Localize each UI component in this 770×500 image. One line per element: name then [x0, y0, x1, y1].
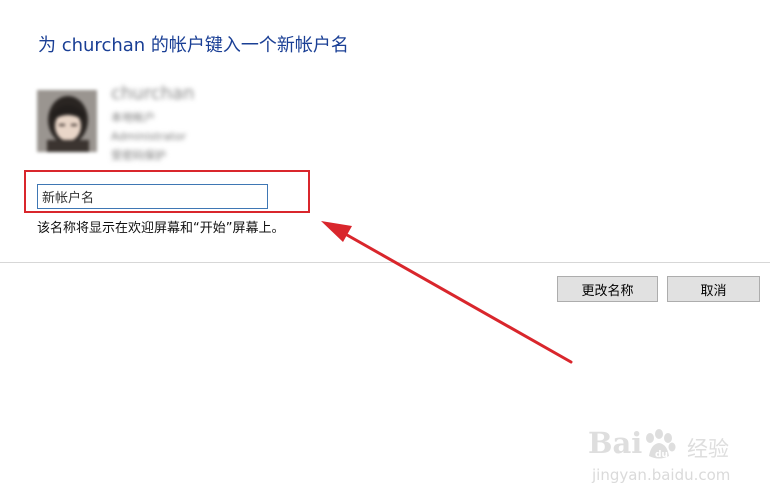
account-profile: churchan 本地帐户 Administrator 受密码保护 [37, 84, 267, 164]
baidu-paw-icon: du [646, 429, 676, 460]
annotation-arrow-icon [321, 221, 573, 364]
watermark-url: jingyan.baidu.com [592, 466, 731, 484]
cancel-button[interactable]: 取消 [667, 276, 760, 302]
profile-account-type: 本地帐户 [111, 111, 155, 124]
watermark-brand-suffix: 经验 [687, 437, 729, 461]
page-title: 为 churchan 的帐户键入一个新帐户名 [38, 35, 349, 56]
svg-text:du: du [655, 450, 668, 460]
baidu-jingyan-watermark: Bai du 经验 jingyan.baidu.com [588, 426, 758, 492]
watermark-brand: Bai [588, 426, 643, 460]
avatar-image-icon [37, 90, 97, 152]
profile-password-status: 受密码保护 [111, 149, 166, 162]
profile-details: churchan 本地帐户 Administrator 受密码保护 [111, 84, 194, 165]
rename-button[interactable]: 更改名称 [557, 276, 658, 302]
profile-role: Administrator [111, 130, 186, 143]
avatar [37, 90, 97, 152]
profile-name: churchan [111, 83, 195, 104]
rename-hint-text: 该名称将显示在欢迎屏幕和“开始”屏幕上。 [37, 221, 285, 236]
new-account-name-input[interactable] [37, 184, 268, 209]
divider [0, 262, 770, 263]
